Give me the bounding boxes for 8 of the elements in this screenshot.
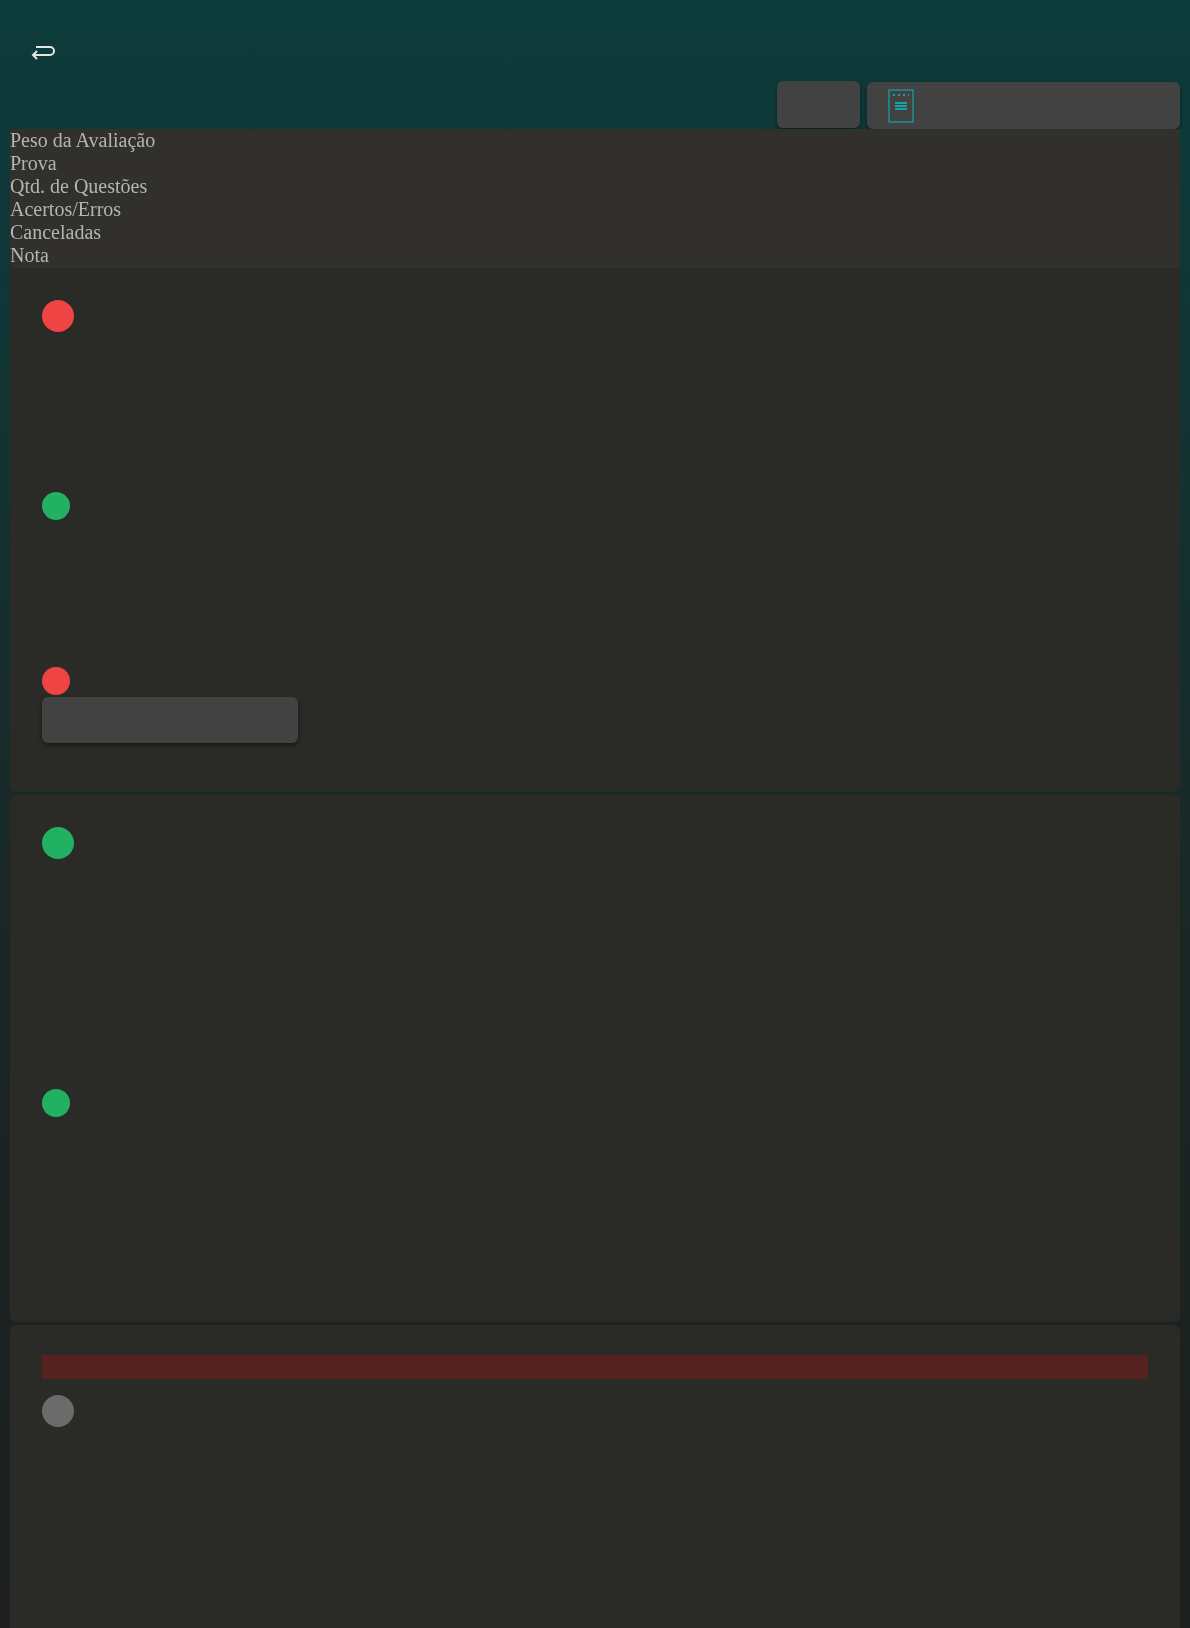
report-button[interactable]: [867, 82, 1180, 129]
column-label: Prova: [10, 152, 58, 175]
column-label: Canceladas: [10, 221, 103, 244]
column-label: Peso da Avaliação: [10, 129, 157, 152]
column-label: Nota: [10, 244, 50, 267]
column-label: Qtd. de Questões: [10, 175, 149, 198]
document-icon: [888, 88, 914, 123]
column-label: Acertos/Erros: [10, 198, 123, 221]
